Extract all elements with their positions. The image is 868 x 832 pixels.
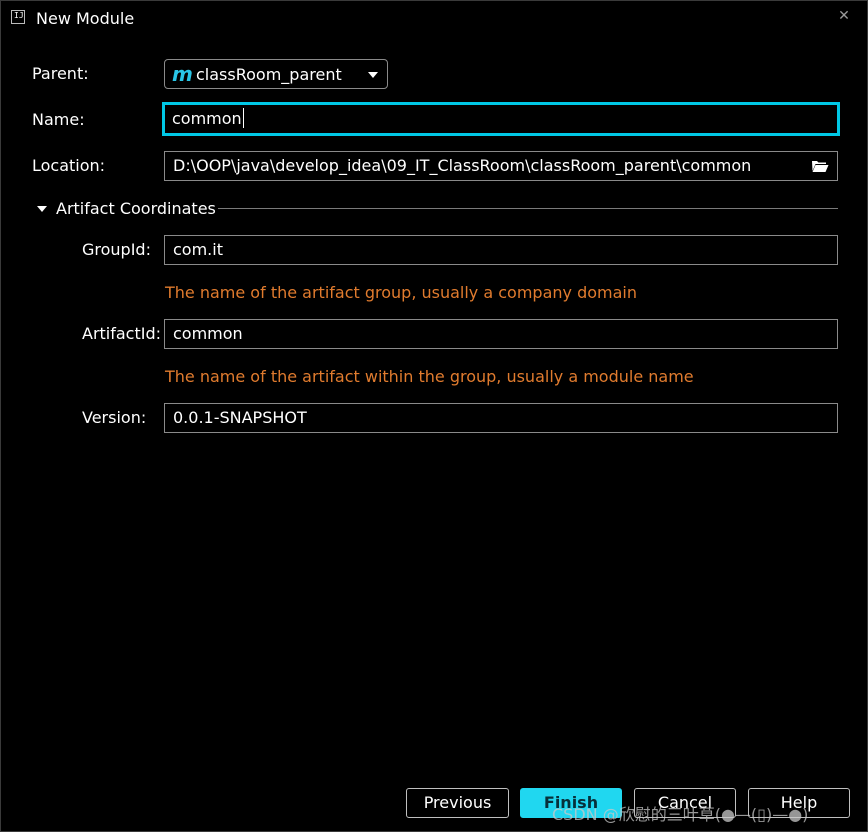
chevron-down-icon [368, 72, 378, 78]
app-icon-text: IJ [14, 11, 24, 20]
name-input[interactable]: common [162, 102, 840, 136]
groupid-label: GroupId: [82, 240, 151, 259]
close-icon[interactable]: ✕ [835, 7, 853, 25]
artifact-coordinates-label: Artifact Coordinates [56, 199, 216, 218]
new-module-dialog: IJ New Module ✕ Parent: m classRoom_pare… [0, 0, 868, 832]
parent-selected-value: classRoom_parent [196, 65, 342, 84]
artifactid-label: ArtifactId: [82, 324, 162, 343]
parent-dropdown[interactable]: m classRoom_parent [164, 59, 388, 89]
groupid-input[interactable]: com.it [164, 235, 838, 265]
version-input-value: 0.0.1-SNAPSHOT [173, 408, 307, 427]
version-label: Version: [82, 408, 147, 427]
parent-label: Parent: [32, 64, 89, 83]
previous-button[interactable]: Previous [406, 788, 509, 818]
window-title: New Module [36, 9, 135, 28]
version-input[interactable]: 0.0.1-SNAPSHOT [164, 403, 838, 433]
finish-button[interactable]: Finish [520, 788, 622, 818]
cancel-button[interactable]: Cancel [634, 788, 736, 818]
triangle-down-icon[interactable] [37, 206, 47, 212]
text-caret [242, 108, 244, 128]
location-label: Location: [32, 156, 106, 175]
name-input-value: common [172, 109, 242, 128]
title-bar: IJ New Module ✕ [1, 1, 867, 37]
location-input-value: D:\OOP\java\develop_idea\09_IT_ClassRoom… [173, 156, 752, 175]
groupid-input-value: com.it [173, 240, 223, 259]
artifactid-input[interactable]: common [164, 319, 838, 349]
location-input[interactable]: D:\OOP\java\develop_idea\09_IT_ClassRoom… [164, 151, 838, 181]
help-button[interactable]: Help [748, 788, 850, 818]
folder-open-icon[interactable] [811, 159, 829, 173]
maven-module-icon: m [172, 62, 193, 86]
intellij-app-icon: IJ [11, 10, 25, 24]
name-label: Name: [32, 110, 85, 129]
section-divider [218, 208, 838, 209]
groupid-hint: The name of the artifact group, usually … [165, 283, 637, 302]
artifact-coordinates-section[interactable]: Artifact Coordinates [35, 199, 838, 219]
artifactid-hint: The name of the artifact within the grou… [165, 367, 694, 386]
artifactid-input-value: common [173, 324, 243, 343]
